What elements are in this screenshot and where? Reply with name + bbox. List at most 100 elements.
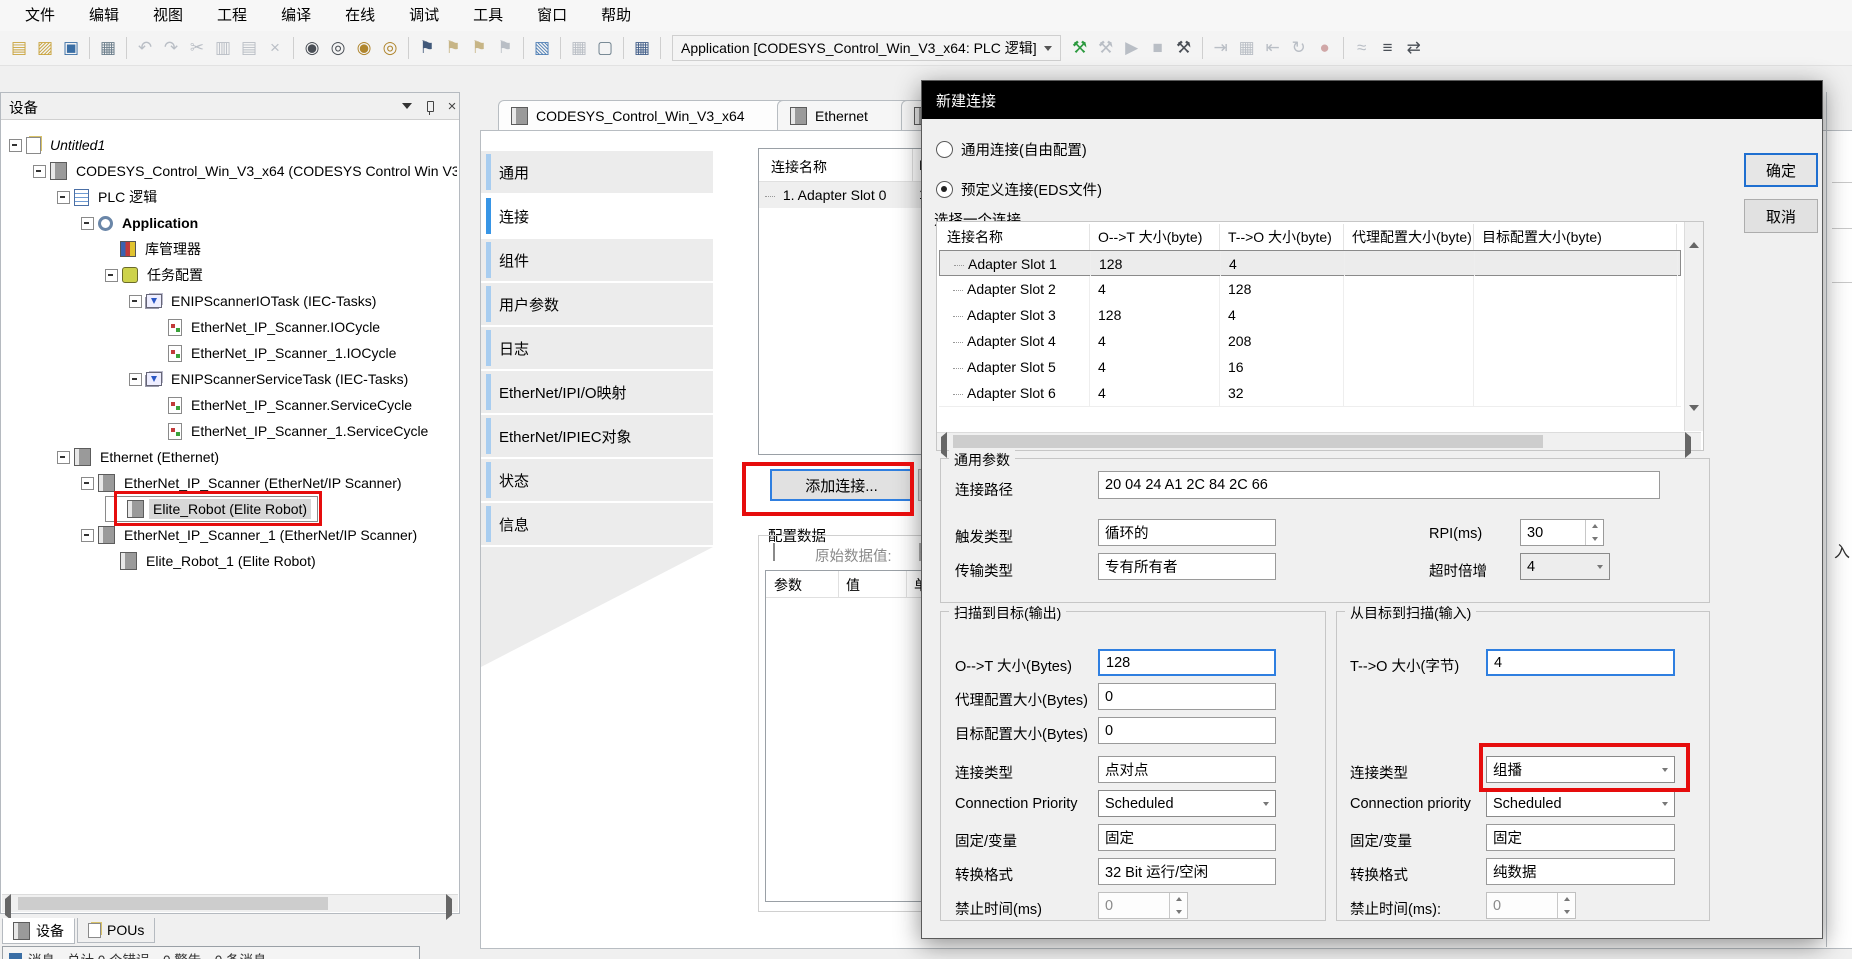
- device-tree-hscrollbar[interactable]: [2, 894, 458, 912]
- open-project-icon[interactable]: ▨: [33, 36, 57, 60]
- collapse-icon[interactable]: [33, 165, 46, 178]
- table-hscrollbar[interactable]: [937, 432, 1701, 450]
- menu-item[interactable]: 视图: [136, 0, 200, 31]
- collapse-icon[interactable]: [81, 529, 94, 542]
- dialog-title-bar[interactable]: 新建连接: [922, 81, 1822, 119]
- menu-item[interactable]: 编译: [264, 0, 328, 31]
- field--[interactable]: 点对点: [1098, 756, 1276, 783]
- step-out-icon[interactable]: ⇤: [1261, 36, 1285, 60]
- collapse-icon[interactable]: [57, 191, 70, 204]
- tree-item[interactable]: Untitled1: [9, 132, 109, 158]
- undo-icon[interactable]: ↶: [133, 36, 157, 60]
- connection-table-row[interactable]: Adapter Slot 31284: [939, 302, 1681, 329]
- menu-item[interactable]: 调试: [392, 0, 456, 31]
- replace-in-project-icon[interactable]: ◎: [378, 36, 402, 60]
- collapse-icon[interactable]: [81, 217, 94, 230]
- collapse-icon[interactable]: [57, 451, 70, 464]
- settings-tab-4[interactable]: 日志: [481, 327, 713, 370]
- field--[interactable]: 固定: [1098, 824, 1276, 851]
- scroll-left-icon[interactable]: [5, 899, 11, 915]
- rpi-spinner[interactable]: 30: [1520, 519, 1604, 546]
- tree-item[interactable]: EtherNet_IP_Scanner.ServiceCycle: [153, 392, 416, 418]
- collapse-icon[interactable]: [129, 373, 142, 386]
- save-icon[interactable]: ▣: [59, 36, 83, 60]
- scroll-right-icon[interactable]: [446, 899, 452, 915]
- tab-pous[interactable]: POUs: [77, 918, 155, 943]
- tree-item[interactable]: Ethernet (Ethernet): [57, 444, 223, 470]
- field-o-t-bytes-[interactable]: 128: [1098, 649, 1276, 676]
- active-application-selector[interactable]: Application [CODESYS_Control_Win_V3_x64:…: [672, 35, 1061, 61]
- settings-tab-8[interactable]: 信息: [481, 503, 713, 546]
- options-icon[interactable]: ⇄: [1402, 36, 1426, 60]
- radio-generic-connection[interactable]: 通用连接(自由配置): [936, 139, 1087, 160]
- collapse-icon[interactable]: [9, 139, 22, 152]
- field--[interactable]: 固定: [1486, 824, 1675, 851]
- tree-item[interactable]: Application: [81, 210, 202, 236]
- new-document-icon[interactable]: ▢: [593, 36, 617, 60]
- bookmark-clear-icon[interactable]: ⚑: [493, 36, 517, 60]
- build-grid-icon[interactable]: ▦: [630, 36, 654, 60]
- breakpoint-icon[interactable]: ●: [1313, 36, 1337, 60]
- settings-tab-1[interactable]: 连接: [481, 195, 713, 238]
- menu-item[interactable]: 文件: [8, 0, 72, 31]
- list-dropdown-icon[interactable]: ▦: [567, 36, 591, 60]
- connection-table-row[interactable]: Adapter Slot 24128: [939, 276, 1681, 303]
- transport-type-input[interactable]: 专有所有者: [1098, 553, 1276, 580]
- tree-item[interactable]: CODESYS_Control_Win_V3_x64 (CODESYS Cont…: [33, 158, 457, 184]
- start-icon[interactable]: ▶: [1120, 36, 1144, 60]
- paste-icon[interactable]: ▤: [237, 36, 261, 60]
- connection-table-row[interactable]: Adapter Slot 11284: [939, 250, 1681, 276]
- settings-tab-3[interactable]: 用户参数: [481, 283, 713, 326]
- copy-icon[interactable]: ▥: [211, 36, 235, 60]
- step-into-icon[interactable]: ▦: [1235, 36, 1259, 60]
- cut-icon[interactable]: ✂: [185, 36, 209, 60]
- menu-item[interactable]: 编辑: [72, 0, 136, 31]
- run-to-cursor-icon[interactable]: ↻: [1287, 36, 1311, 60]
- table-hscroll-thumb[interactable]: [953, 435, 1543, 448]
- collapse-icon[interactable]: [129, 295, 142, 308]
- tree-item[interactable]: ENIPScannerIOTask (IEC-Tasks): [129, 288, 380, 314]
- field-t-o-[interactable]: 4: [1486, 649, 1675, 676]
- field--[interactable]: 纯数据: [1486, 858, 1675, 885]
- config-checkbox[interactable]: [773, 543, 775, 561]
- tab-devices[interactable]: 设备: [2, 918, 75, 944]
- pin-icon[interactable]: [422, 99, 438, 113]
- panel-menu-icon[interactable]: [399, 99, 415, 113]
- collapse-icon[interactable]: [81, 477, 94, 490]
- field--ms-[interactable]: 0: [1098, 892, 1188, 919]
- tree-item[interactable]: Elite_Robot_1 (Elite Robot): [105, 548, 320, 574]
- menu-item[interactable]: 窗口: [520, 0, 584, 31]
- settings-tab-7[interactable]: 状态: [481, 459, 713, 502]
- radio-predefined-connection[interactable]: 预定义连接(EDS文件): [936, 179, 1102, 200]
- bookmark-next-icon[interactable]: ⚑: [467, 36, 491, 60]
- bookmark-toggle-icon[interactable]: ⚑: [415, 36, 439, 60]
- connection-path-input[interactable]: 20 04 24 A1 2C 84 2C 66: [1098, 471, 1660, 499]
- step-over-icon[interactable]: ⇥: [1209, 36, 1233, 60]
- field-connection-priority[interactable]: Scheduled: [1098, 790, 1276, 817]
- cancel-button[interactable]: 取消: [1744, 199, 1818, 233]
- settings-tab-5[interactable]: EtherNet/IPI/O映射: [481, 371, 713, 414]
- delete-icon[interactable]: ×: [263, 36, 287, 60]
- settings-tab-6[interactable]: EtherNet/IPIEC对象: [481, 415, 713, 458]
- connection-table-row[interactable]: Adapter Slot 6432: [939, 380, 1681, 407]
- doc-tab-device[interactable]: CODESYS_Control_Win_V3_x64: [498, 100, 799, 131]
- tree-item[interactable]: ENIPScannerServiceTask (IEC-Tasks): [129, 366, 412, 392]
- settings-tab-0[interactable]: 通用: [481, 151, 713, 194]
- field--ms-[interactable]: 0: [1486, 892, 1576, 919]
- menu-item[interactable]: 工具: [456, 0, 520, 31]
- scroll-thumb[interactable]: [18, 897, 328, 910]
- new-project-icon[interactable]: ▤: [7, 36, 31, 60]
- find-icon[interactable]: ◉: [300, 36, 324, 60]
- collapse-icon[interactable]: [105, 269, 118, 282]
- redo-icon[interactable]: ↷: [159, 36, 183, 60]
- tree-item[interactable]: PLC 逻辑: [57, 184, 161, 210]
- settings-tab-2[interactable]: 组件: [481, 239, 713, 282]
- close-icon[interactable]: ×: [444, 99, 460, 113]
- table-vscrollbar[interactable]: [1684, 222, 1703, 431]
- bookmark-prev-icon[interactable]: ⚑: [441, 36, 465, 60]
- connection-table-row[interactable]: Adapter Slot 44208: [939, 328, 1681, 355]
- flow-control-icon[interactable]: ≈: [1350, 36, 1374, 60]
- field--bytes-[interactable]: 0: [1098, 683, 1276, 710]
- login-icon[interactable]: ⚒: [1068, 36, 1092, 60]
- find-in-project-icon[interactable]: ◉: [352, 36, 376, 60]
